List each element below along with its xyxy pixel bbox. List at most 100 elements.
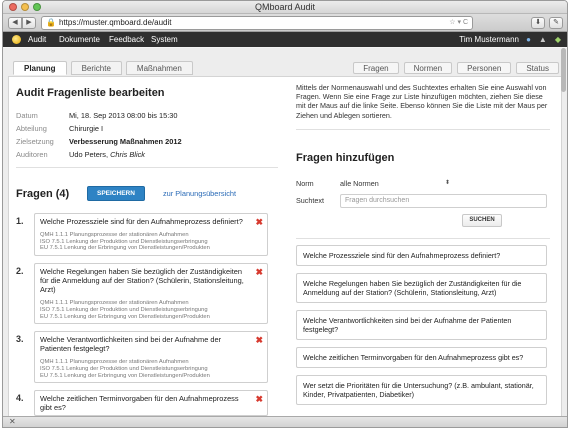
app-icons: ● ▲ ◆ bbox=[526, 35, 561, 44]
question-number: 3. bbox=[16, 334, 24, 345]
field-label: Auditoren bbox=[16, 150, 48, 159]
auditor-name: Udo Peters, bbox=[69, 150, 111, 159]
user-name[interactable]: Tim Mustermann bbox=[459, 35, 519, 44]
question-card[interactable]: Welche Regelungen haben Sie bezüglich de… bbox=[34, 263, 268, 325]
norm-reference: ISO 7.5.1 Lenkung der Produktion und Die… bbox=[40, 365, 208, 372]
add-questions-title: Fragen hinzufügen bbox=[296, 151, 395, 164]
norm-label: Norm bbox=[296, 178, 314, 188]
secondary-tabs: Fragen Normen Personen Status bbox=[353, 62, 559, 74]
field-value-datum: Mi, 18. Sep 2013 08:00 bis 15:30 bbox=[69, 111, 178, 120]
right-column: Mittels der Normenauswahl und des Suchte… bbox=[296, 83, 550, 412]
norm-select[interactable]: alle Normen ⬍ bbox=[340, 179, 450, 188]
question-card[interactable]: Welche zeitlichen Terminvorgaben für den… bbox=[34, 390, 268, 417]
app-content: Planung Berichte Maßnahmen Fragen Normen… bbox=[3, 48, 567, 427]
tab-fragen[interactable]: Fragen bbox=[353, 62, 399, 74]
field-value-auditoren: Udo Peters, Chris Blick bbox=[69, 150, 278, 159]
downloads-button[interactable]: ⬇ bbox=[531, 17, 545, 29]
page-title: Audit Fragenliste bearbeiten bbox=[16, 87, 165, 99]
fragen-title: Fragen (4) bbox=[16, 187, 70, 200]
divider bbox=[296, 237, 550, 239]
tab-personen[interactable]: Personen bbox=[457, 62, 512, 74]
window-title: QMboard Audit bbox=[254, 2, 316, 12]
delete-icon[interactable]: ✖ bbox=[255, 394, 263, 405]
search-button[interactable]: SUCHEN bbox=[462, 213, 502, 227]
main-panel: Audit Fragenliste bearbeiten Datum Mi, 1… bbox=[8, 76, 562, 427]
browser-toolbar: ◀ ▶ 🔒 https://muster.qmboard.de/audit ☆ ▾… bbox=[3, 14, 567, 32]
search-input[interactable]: Fragen durchsuchen bbox=[340, 193, 547, 208]
tab-normen[interactable]: Normen bbox=[403, 62, 453, 74]
question-card[interactable]: Welche Prozessziele sind für den Aufnahm… bbox=[34, 213, 268, 257]
question-number: 4. bbox=[16, 393, 24, 404]
question-item[interactable]: 1. Welche Prozessziele sind für den Aufna… bbox=[16, 213, 278, 257]
result-question-item[interactable]: Wer setzt die Prioritäten für die Unters… bbox=[296, 374, 547, 405]
field-value-zielsetzung: Verbesserung Maßnahmen 2012 bbox=[69, 137, 182, 146]
tab-status[interactable]: Status bbox=[516, 62, 559, 74]
question-item[interactable]: 2. Welche Regelungen haben Sie bezüglich … bbox=[16, 263, 278, 325]
logout-icon[interactable]: ▲ bbox=[539, 35, 547, 44]
question-card[interactable]: Welche Verantwortlichkeiten sind bei der… bbox=[34, 331, 268, 384]
help-icon[interactable]: ◆ bbox=[555, 35, 561, 44]
menu-feedback[interactable]: Feedback bbox=[109, 35, 144, 44]
status-bar: ✕ bbox=[3, 416, 567, 427]
norm-reference: QMH 1.1.1 Planungsprozesse der stationär… bbox=[40, 300, 189, 307]
divider bbox=[16, 167, 278, 168]
tab-berichte[interactable]: Berichte bbox=[70, 61, 122, 75]
menu-dokumente[interactable]: Dokumente bbox=[59, 35, 100, 44]
field-value-abteilung: Chirurgie I bbox=[69, 124, 104, 133]
delete-icon[interactable]: ✖ bbox=[255, 335, 263, 346]
question-text: Welche zeitlichen Terminvorgaben für den… bbox=[40, 394, 239, 413]
planning-overview-link[interactable]: zur Planungsübersicht bbox=[163, 189, 236, 198]
download-icon: ⬇ bbox=[535, 19, 541, 26]
fragen-header: Fragen (4) SPEICHERN zur Planungsübersic… bbox=[16, 186, 278, 201]
forward-button[interactable]: ▶ bbox=[22, 17, 36, 29]
left-column: Audit Fragenliste bearbeiten Datum Mi, 1… bbox=[16, 83, 278, 423]
search-label: Suchtext bbox=[296, 196, 324, 206]
question-item[interactable]: 4. Welche zeitlichen Terminvorgaben für d… bbox=[16, 390, 278, 417]
user-profile-icon[interactable]: ● bbox=[526, 35, 531, 44]
lock-icon: 🔒 bbox=[46, 18, 56, 27]
arrow-left-icon: ◀ bbox=[12, 19, 18, 26]
tab-massnahmen[interactable]: Maßnahmen bbox=[125, 61, 193, 75]
back-button[interactable]: ◀ bbox=[8, 17, 22, 29]
browser-window: QMboard Audit ◀ ▶ 🔒 https://muster.qmboar… bbox=[2, 0, 568, 428]
url-text: https://muster.qmboard.de/audit bbox=[58, 18, 172, 27]
result-question-item[interactable]: Welche Regelungen haben Sie bezüglich de… bbox=[296, 272, 547, 303]
delete-icon[interactable]: ✖ bbox=[255, 217, 263, 228]
question-number: 2. bbox=[16, 266, 24, 277]
question-results-list: Welche Prozessziele sind für den Aufnahm… bbox=[296, 244, 550, 405]
question-text: Welche Prozessziele sind für den Aufnahm… bbox=[40, 217, 243, 226]
wrench-icon: ✎ bbox=[553, 19, 559, 26]
arrow-right-icon: ▶ bbox=[26, 19, 32, 26]
close-icon[interactable]: ✕ bbox=[9, 417, 16, 426]
norm-select-value: alle Normen bbox=[340, 178, 379, 188]
norm-row: Norm alle Normen ⬍ bbox=[296, 179, 550, 188]
address-bar[interactable]: 🔒 https://muster.qmboard.de/audit ☆ ▾ C bbox=[41, 16, 473, 30]
result-question-item[interactable]: Welche Verantwortlichkeiten sind bei der… bbox=[296, 309, 547, 340]
menu-audit[interactable]: Audit bbox=[28, 35, 46, 44]
audit-details: Datum Mi, 18. Sep 2013 08:00 bis 15:30 A… bbox=[16, 111, 278, 159]
tab-planung[interactable]: Planung bbox=[13, 61, 67, 75]
divider bbox=[296, 128, 550, 130]
delete-icon[interactable]: ✖ bbox=[255, 267, 263, 278]
field-label: Abteilung bbox=[16, 124, 47, 133]
question-number: 1. bbox=[16, 216, 24, 226]
question-text: Welche Regelungen haben Sie bezüglich de… bbox=[40, 267, 244, 295]
save-button[interactable]: SPEICHERN bbox=[87, 186, 145, 201]
question-norms: QMH 1.1.1 Planungsprozesse der stationär… bbox=[40, 359, 262, 379]
norm-reference: EU 7.5.1 Lenkung der Erbringung von Dien… bbox=[40, 313, 210, 320]
menu-system[interactable]: System bbox=[151, 35, 178, 44]
norm-reference: QMH 1.1.1 Planungsprozesse der stationär… bbox=[40, 232, 189, 238]
question-item[interactable]: 3. Welche Verantwortlichkeiten sind bei d… bbox=[16, 331, 278, 384]
norm-reference: ISO 7.5.1 Lenkung der Produktion und Die… bbox=[40, 238, 208, 245]
address-bar-actions[interactable]: ☆ ▾ C bbox=[449, 17, 468, 29]
title-bar: QMboard Audit bbox=[3, 1, 567, 14]
norm-reference: QMH 1.1.1 Planungsprozesse der stationär… bbox=[40, 359, 189, 366]
qmboard-logo-icon[interactable] bbox=[12, 35, 21, 44]
main-tabs: Planung Berichte Maßnahmen bbox=[13, 61, 197, 75]
settings-button[interactable]: ✎ bbox=[549, 17, 563, 29]
field-label: Zielsetzung bbox=[16, 137, 54, 146]
result-question-item[interactable]: Welche zeitlichen Terminvorgaben für den… bbox=[296, 346, 547, 368]
result-question-item[interactable]: Welche Prozessziele sind für den Aufnahm… bbox=[296, 244, 547, 266]
question-text: Welche Verantwortlichkeiten sind bei der… bbox=[40, 335, 222, 354]
page-scrollbar[interactable] bbox=[561, 48, 566, 92]
